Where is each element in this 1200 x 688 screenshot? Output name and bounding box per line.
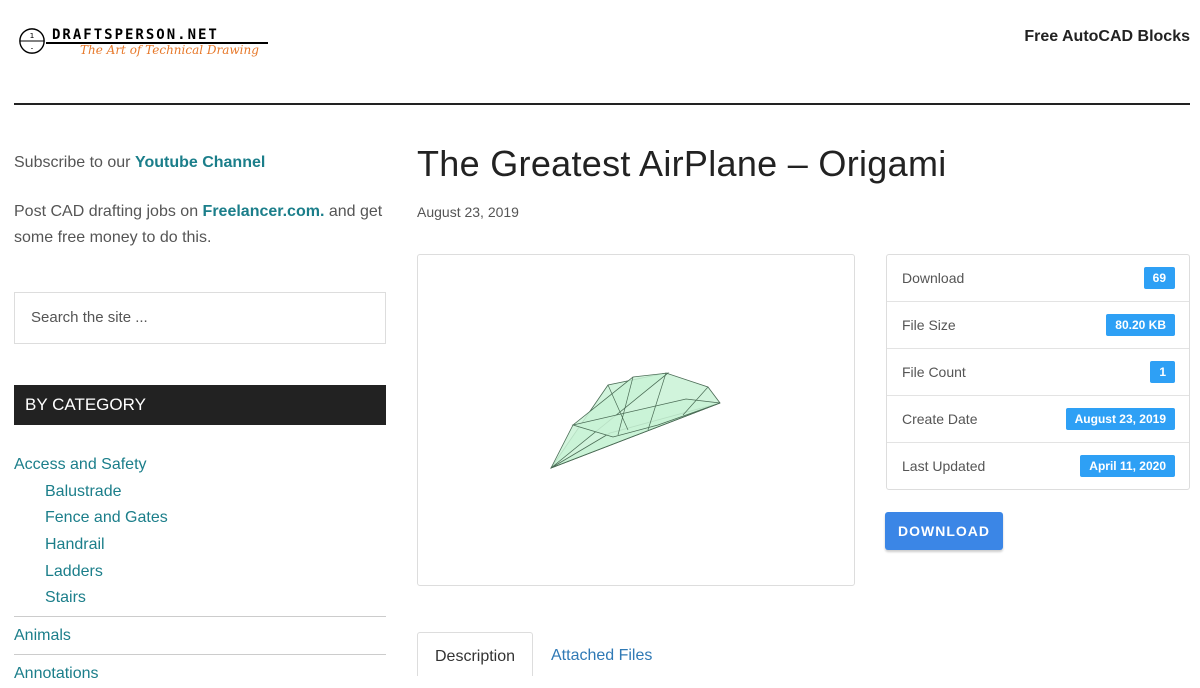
category-animals[interactable]: Animals — [14, 623, 386, 650]
site-header: 1 - DRAFTSPERSON.NET The Art of Technica… — [0, 0, 1200, 105]
file-size-badge: 80.20 KB — [1106, 314, 1175, 336]
paper-airplane-drawing — [549, 372, 721, 469]
tab-description[interactable]: Description — [417, 632, 533, 676]
nav-free-autocad-blocks[interactable]: Free AutoCAD Blocks — [1024, 28, 1190, 46]
freelancer-link[interactable]: Freelancer.com. — [203, 203, 325, 220]
info-row-file-size: File Size 80.20 KB — [887, 302, 1189, 349]
file-count-badge: 1 — [1150, 361, 1175, 383]
freelancer-text: Post CAD drafting jobs on Freelancer.com… — [14, 203, 383, 246]
category-list: Access and Safety Balustrade Fence and G… — [14, 452, 386, 688]
info-row-create-date: Create Date August 23, 2019 — [887, 396, 1189, 443]
info-label: File Size — [902, 317, 956, 333]
category-ladders[interactable]: Ladders — [14, 559, 386, 586]
download-count-badge: 69 — [1143, 267, 1175, 289]
category-stairs[interactable]: Stairs — [14, 585, 386, 612]
category-separator: Animals — [14, 616, 386, 650]
preview-image — [417, 254, 855, 586]
category-access-and-safety[interactable]: Access and Safety — [14, 452, 386, 479]
category-annotations[interactable]: Annotations — [14, 661, 386, 688]
site-logo[interactable]: 1 - DRAFTSPERSON.NET The Art of Technica… — [18, 25, 278, 63]
category-heading: BY CATEGORY — [14, 385, 386, 425]
info-label: File Count — [902, 364, 966, 380]
subscribe-text: Subscribe to our Youtube Channel — [14, 154, 266, 171]
info-row-last-updated: Last Updated April 11, 2020 — [887, 443, 1189, 489]
category-balustrade[interactable]: Balustrade — [14, 479, 386, 506]
file-info-table: Download 69 File Size 80.20 KB File Coun… — [886, 254, 1190, 490]
search-box — [14, 292, 386, 344]
info-label: Last Updated — [902, 458, 986, 474]
info-label: Download — [902, 270, 965, 286]
content-tabs: Description Attached Files — [417, 632, 1197, 676]
youtube-channel-link[interactable]: Youtube Channel — [135, 154, 265, 171]
info-row-file-count: File Count 1 — [887, 349, 1189, 396]
search-input[interactable] — [15, 293, 377, 341]
category-separator: Annotations — [14, 653, 386, 688]
page-title: The Greatest AirPlane – Origami — [417, 143, 947, 184]
create-date-badge: August 23, 2019 — [1065, 408, 1175, 430]
download-button[interactable]: DOWNLOAD — [885, 512, 1003, 550]
tab-attached-files[interactable]: Attached Files — [551, 632, 652, 675]
header-divider — [14, 103, 1190, 105]
last-updated-badge: April 11, 2020 — [1080, 455, 1175, 477]
info-row-download: Download 69 — [887, 255, 1189, 302]
info-label: Create Date — [902, 411, 978, 427]
logo-circle-icon: 1 - — [19, 28, 45, 54]
post-date: August 23, 2019 — [417, 204, 519, 220]
logo-tagline: The Art of Technical Drawing — [80, 43, 259, 57]
logo-title: DRAFTSPERSON.NET — [52, 27, 219, 43]
category-handrail[interactable]: Handrail — [14, 532, 386, 559]
category-fence-and-gates[interactable]: Fence and Gates — [14, 505, 386, 532]
svg-text:-: - — [31, 43, 34, 52]
svg-text:1: 1 — [30, 31, 35, 40]
